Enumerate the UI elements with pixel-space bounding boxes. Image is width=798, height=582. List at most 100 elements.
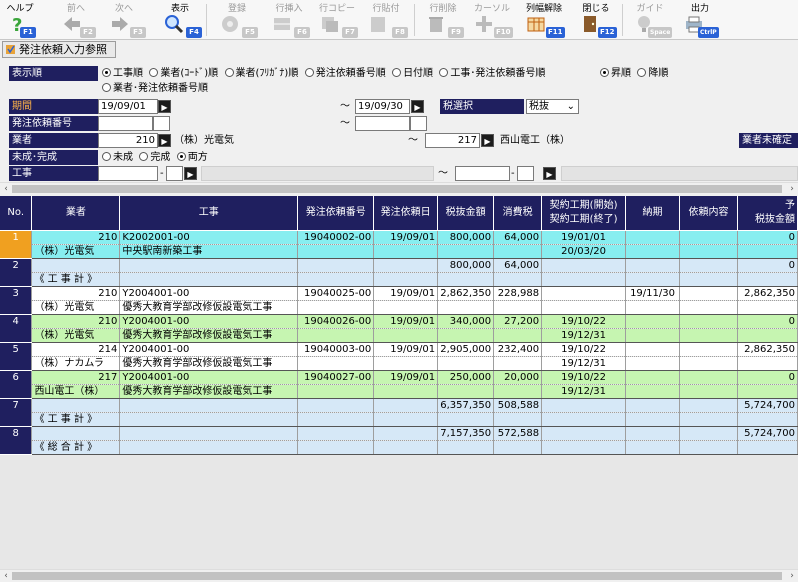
row-number[interactable]: 4: [0, 314, 33, 343]
table-row-line-2[interactable]: 《 工 事 計 》: [0, 412, 798, 427]
work-from-input[interactable]: [98, 166, 158, 181]
vendor-unconfirmed-button[interactable]: 業者未確定: [739, 133, 798, 148]
insert-row-label: 行挿入: [275, 4, 303, 14]
period-from-input[interactable]: 19/09/01: [98, 99, 158, 114]
row-number[interactable]: 5: [0, 342, 33, 371]
sort-order-label: 表示順: [9, 66, 98, 81]
form-horizontal-scrollbar[interactable]: ‹ ›: [0, 182, 798, 194]
grid-horizontal-scrollbar[interactable]: ‹ ›: [0, 569, 798, 581]
table-row[interactable]: 7 6,357,350 508,588 5,724,700: [0, 398, 798, 427]
sort-option-date[interactable]: 日付順: [392, 68, 433, 79]
status-finished[interactable]: 完成: [139, 152, 170, 163]
copy-row-button[interactable]: 行コピー F7: [314, 0, 360, 40]
period-to-picker-button[interactable]: ▶: [411, 100, 424, 113]
vendor-to-picker-button[interactable]: ▶: [481, 134, 494, 147]
status-unfinished[interactable]: 未成: [102, 152, 133, 163]
table-row-line-2[interactable]: （株）光電気 優秀大教育学部改修仮設電気工事 19/12/31: [0, 328, 798, 343]
table-row-line-2[interactable]: （株）光電気 優秀大教育学部改修仮設電気工事: [0, 300, 798, 315]
table-row-line-2[interactable]: 西山電工（株） 優秀大教育学部改修仮設電気工事 19/12/31: [0, 384, 798, 399]
tax-select[interactable]: 税抜 ⌄: [526, 99, 579, 114]
work-to-picker-button[interactable]: ▶: [543, 167, 556, 180]
status-radio-group[interactable]: 未成 完成 両方: [102, 150, 208, 165]
scrollbar-thumb[interactable]: [12, 185, 782, 193]
vendor-name-cell: （株）光電気: [31, 300, 121, 315]
vendor-from-code-input[interactable]: 210: [98, 133, 158, 148]
delete-row-button[interactable]: 行削除 F9: [420, 0, 466, 40]
sort-option-work-request[interactable]: 工事･発注依頼番号順: [439, 68, 545, 79]
radio-icon: [149, 68, 159, 77]
next-button[interactable]: 次へ F3: [104, 0, 146, 40]
output-button[interactable]: 出力 CtrlP: [678, 0, 722, 40]
sort-option-vendor-code[interactable]: 業者(ｺｰﾄﾞ)順: [149, 68, 218, 79]
vendor-code-cell: [31, 258, 121, 273]
reset-column-width-button[interactable]: 列幅解除 F11: [520, 0, 568, 40]
header-contract-end: 契約工期(終了): [549, 213, 618, 225]
close-button[interactable]: 閉じる F12: [574, 0, 618, 40]
request-number-from-branch-input[interactable]: [153, 116, 170, 131]
request-number-from-input[interactable]: [98, 116, 153, 131]
scroll-left-icon[interactable]: ‹: [0, 183, 12, 195]
order-asc[interactable]: 昇順: [600, 68, 631, 79]
row-number[interactable]: 7: [0, 398, 33, 427]
cursor-button[interactable]: カーソル F10: [468, 0, 516, 40]
register-button[interactable]: 登録 F5: [214, 0, 260, 40]
empty-cell: [737, 440, 798, 455]
sort-option-vendor-kana[interactable]: 業者(ﾌﾘｶﾞﾅ)順: [224, 68, 298, 79]
paste-row-button[interactable]: 行貼付 F8: [362, 0, 410, 40]
work-to-branch-input[interactable]: [517, 166, 534, 181]
sort-radio-group[interactable]: 工事順 業者(ｺｰﾄﾞ)順 業者(ﾌﾘｶﾞﾅ)順 発注依頼番号順 日付順 工事･…: [102, 66, 545, 81]
work-name-cell: 優秀大教育学部改修仮設電気工事: [119, 300, 299, 315]
f4-key: F4: [186, 27, 202, 38]
amount-cell: 340,000: [437, 314, 495, 329]
scroll-left-icon[interactable]: ‹: [0, 570, 12, 582]
table-row[interactable]: 4 210 Y2004001-00 19040026-00 19/09/01 340,00…: [0, 314, 798, 343]
insert-row-icon: [274, 18, 290, 30]
radio-icon: [139, 152, 149, 161]
row-number[interactable]: 6: [0, 370, 33, 399]
work-from-picker-button[interactable]: ▶: [184, 167, 197, 180]
work-name-cell: 優秀大教育学部改修仮設電気工事: [119, 384, 299, 399]
tax-cell: 508,588: [493, 398, 543, 413]
sort-option-request-no[interactable]: 発注依頼番号順: [304, 68, 386, 79]
scroll-right-icon[interactable]: ›: [786, 570, 798, 582]
row-number[interactable]: 1: [0, 230, 33, 259]
table-row[interactable]: 3 210 Y2004001-00 19040025-00 19/09/01 2,862,…: [0, 286, 798, 315]
period-from-picker-button[interactable]: ▶: [158, 100, 171, 113]
scroll-right-icon[interactable]: ›: [786, 183, 798, 195]
scrollbar-thumb[interactable]: [12, 572, 782, 580]
vendor-to-code-input[interactable]: 217: [425, 133, 480, 148]
status-both[interactable]: 両方: [176, 152, 208, 163]
request-number-to-branch-input[interactable]: [410, 116, 427, 131]
request-number-to-input[interactable]: [355, 116, 410, 131]
row-number[interactable]: 3: [0, 286, 33, 315]
sort-option-work[interactable]: 工事順: [102, 68, 143, 79]
vendor-code-cell: 210: [31, 230, 121, 245]
prev-button[interactable]: 前へ F2: [56, 0, 96, 40]
content-cell: [679, 426, 738, 441]
row-number[interactable]: 8: [0, 426, 33, 455]
vendor-from-picker-button[interactable]: ▶: [158, 134, 171, 147]
order-desc[interactable]: 降順: [637, 68, 668, 79]
table-row[interactable]: 6 217 Y2004001-00 19040027-00 19/09/01 250,00…: [0, 370, 798, 399]
table-row-line-2[interactable]: 《 総 合 計 》: [0, 440, 798, 455]
order-radio-group[interactable]: 昇順 降順: [600, 66, 668, 81]
guide-button[interactable]: ガイド Space: [628, 0, 673, 40]
table-row[interactable]: 5 214 Y2004001-00 19040003-00 19/09/01 2,905,…: [0, 342, 798, 371]
sort-option-vendor-request[interactable]: 業者･発注依頼番号順: [102, 81, 208, 96]
work-from-branch-input[interactable]: [166, 166, 183, 181]
work-to-input[interactable]: [455, 166, 510, 181]
table-row[interactable]: 8 7,157,350 572,588 5,724,700: [0, 426, 798, 455]
period-to-input[interactable]: 19/09/30: [355, 99, 410, 114]
empty-cell: [437, 412, 495, 427]
display-button[interactable]: 表示 F4: [158, 0, 202, 40]
window-title-tab[interactable]: 発注依頼入力参照: [2, 41, 116, 58]
table-row-line-2[interactable]: （株）ナカムラ 優秀大教育学部改修仮設電気工事 19/12/31: [0, 356, 798, 371]
row-number[interactable]: 2: [0, 258, 33, 287]
table-row[interactable]: 2 800,000 64,000 0: [0, 258, 798, 287]
table-row-line-2[interactable]: （株）光電気 中央駅南新築工事 20/03/20: [0, 244, 798, 259]
table-row-line-2[interactable]: 《 工 事 計 》: [0, 272, 798, 287]
insert-row-button[interactable]: 行挿入 F6: [266, 0, 312, 40]
help-button[interactable]: ヘルプ ? F1: [2, 0, 38, 40]
radio-selected-icon: [102, 68, 111, 77]
table-row[interactable]: 1 210 K2002001-00 19040002-00 19/09/01 800,00…: [0, 230, 798, 259]
